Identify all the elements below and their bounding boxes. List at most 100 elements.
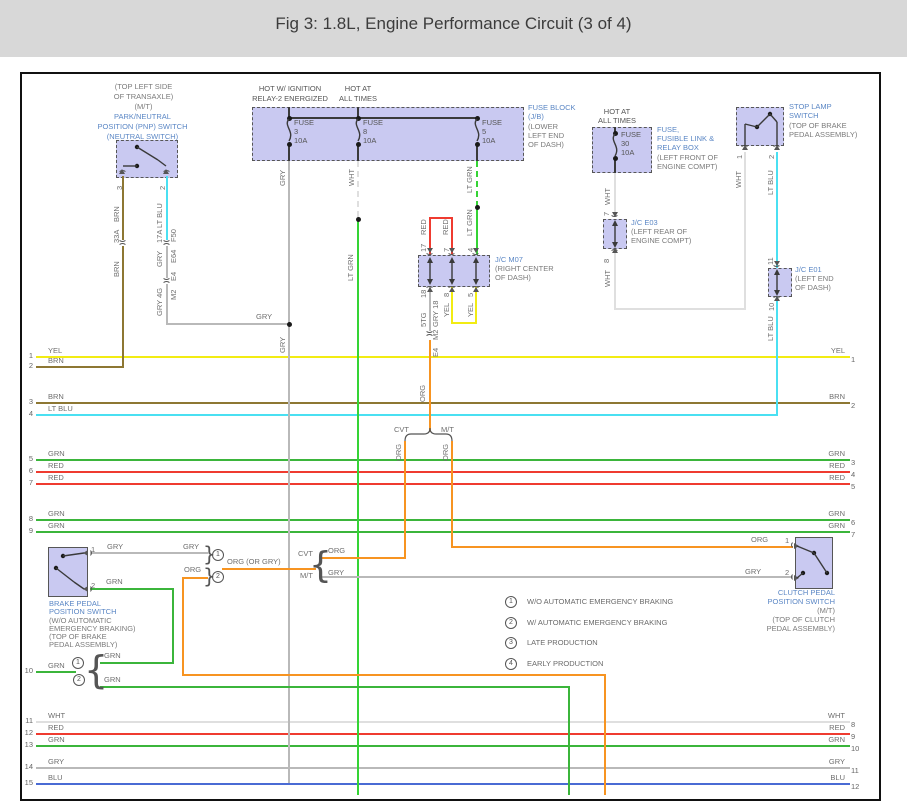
row-number-right: 1: [851, 355, 855, 364]
wire-segment-ltblu: [776, 297, 778, 416]
wire-segment-gry: [90, 552, 208, 554]
pin-arrowhead: [612, 248, 618, 253]
wire-color-label: 2: [91, 582, 95, 590]
component-text: J/C E01: [795, 265, 855, 274]
row-number-left: 10: [22, 666, 33, 675]
row-color-label-right: RED: [800, 474, 845, 482]
wire-segment-grn: [36, 671, 76, 673]
row-number-left: 5: [22, 454, 33, 463]
wire-segment-ltblu: [776, 152, 778, 268]
component-text: HOT AT: [325, 84, 391, 94]
wire-color-label: GRY: [256, 313, 272, 321]
wire-segment-red: [36, 733, 850, 735]
wire-color-label: 18: [420, 290, 428, 298]
wire-color-label: 1: [736, 155, 744, 159]
pin-arrowhead: [774, 296, 780, 301]
row-number-right: 3: [851, 458, 855, 467]
component-text: ENGINE COMPT): [631, 236, 706, 245]
wire-segment-wht: [357, 161, 359, 219]
wire-color-label: 5TG: [420, 312, 428, 327]
component-text: LEFT END: [528, 131, 598, 140]
wire-color-label: 2: [768, 155, 776, 159]
wire-color-label: E4: [170, 272, 178, 281]
wire-color-label: GRY: [183, 543, 199, 551]
wire-segment-org: [404, 441, 406, 558]
pin-arrowhead: [742, 145, 748, 150]
row-color-label-right: YEL: [800, 347, 845, 355]
clutch-pedal-switch-box: [795, 537, 833, 589]
wire-color-label: 1: [91, 546, 95, 554]
component-text: POSITION SWITCH: [745, 597, 835, 606]
row-number-left: 9: [22, 526, 33, 535]
wire-color-label: M/T: [441, 426, 454, 434]
component-text: (M/T): [745, 606, 835, 615]
row-color-label-left: YEL: [48, 347, 62, 355]
row-number-left: 3: [22, 397, 33, 406]
wire-color-label: GRY: [279, 337, 287, 353]
row-number-left: 7: [22, 478, 33, 487]
wire-color-label: ORG: [442, 444, 450, 461]
row-number-right: 12: [851, 782, 859, 791]
row-color-label-left: BRN: [48, 393, 64, 401]
legend-note-text: W/ AUTOMATIC EMERGENCY BRAKING: [527, 619, 667, 627]
jc-e03-box: [603, 219, 627, 249]
component-text: STOP LAMP: [789, 102, 869, 111]
row-number-right: 10: [851, 744, 859, 753]
wire-color-label: ORG (OR GRY): [227, 558, 281, 566]
component-text: FUSE: [482, 118, 522, 127]
row-color-label-right: RED: [800, 724, 845, 732]
wire-segment-org: [182, 578, 184, 675]
row-color-label-left: WHT: [48, 712, 65, 720]
pin-arrowhead: [449, 287, 455, 292]
wire-color-label: 7: [603, 212, 611, 216]
wire-segment-wht: [744, 152, 746, 310]
wire-segment-ltgrn: [476, 161, 478, 207]
pin-arrowhead: [774, 145, 780, 150]
wire-color-label: ORG: [184, 566, 201, 574]
row-number-right: 4: [851, 470, 855, 479]
row-color-label-right: GRY: [800, 758, 845, 766]
component-text: POSITION SWITCH: [49, 608, 149, 616]
junction-dot: [356, 217, 361, 222]
junction-dot: [287, 322, 292, 327]
component-text: FUSE,: [657, 125, 737, 134]
legend-note-number: 1: [505, 596, 517, 608]
row-color-label-left: GRN: [48, 662, 65, 670]
row-color-label-right: GRN: [800, 450, 845, 458]
row-color-label-right: GRN: [800, 736, 845, 744]
jc-e01-box: [768, 268, 792, 297]
wire-segment-org: [451, 546, 793, 548]
wire-segment-grn: [90, 588, 174, 590]
pin-arrowhead: [794, 543, 799, 549]
row-number-right: 6: [851, 518, 855, 527]
pin-arrowhead: [163, 169, 169, 174]
wire-color-label: BRN: [113, 206, 121, 222]
wire-segment-ltblu: [36, 414, 778, 416]
wire-color-label: GRY: [107, 543, 123, 551]
legend-note-text: EARLY PRODUCTION: [527, 660, 603, 668]
wire-segment-red: [36, 483, 850, 485]
component-text: (LEFT END: [795, 274, 865, 283]
wire-color-label: WHT: [604, 270, 612, 287]
wire-segment-blk: [476, 145, 478, 161]
wire-segment-org: [451, 441, 453, 547]
option-number-circle: 1: [72, 657, 84, 669]
wire-color-label: M2: [432, 330, 440, 340]
wire-segment-gry: [322, 576, 793, 578]
legend-note-number: 4: [505, 658, 517, 670]
component-text: POSITION (PNP) SWITCH: [85, 122, 200, 132]
wire-color-label: RED: [420, 219, 428, 235]
component-text: PEDAL ASSEMBLY): [745, 624, 835, 633]
junction-dot: [356, 142, 361, 147]
wire-color-label: WHT: [604, 188, 612, 205]
row-number-left: 4: [22, 409, 33, 418]
wire-color-label: BRN: [113, 261, 121, 277]
wire-color-label: GRY 4G: [156, 288, 164, 316]
row-number-right: 11: [851, 766, 859, 775]
row-number-left: 1: [22, 351, 33, 360]
wire-color-label: 17A: [156, 230, 164, 243]
component-text: ALL TIMES: [585, 116, 649, 125]
wire-segment-wht: [614, 308, 746, 310]
row-color-label-right: RED: [800, 462, 845, 470]
junction-dot: [613, 131, 618, 136]
